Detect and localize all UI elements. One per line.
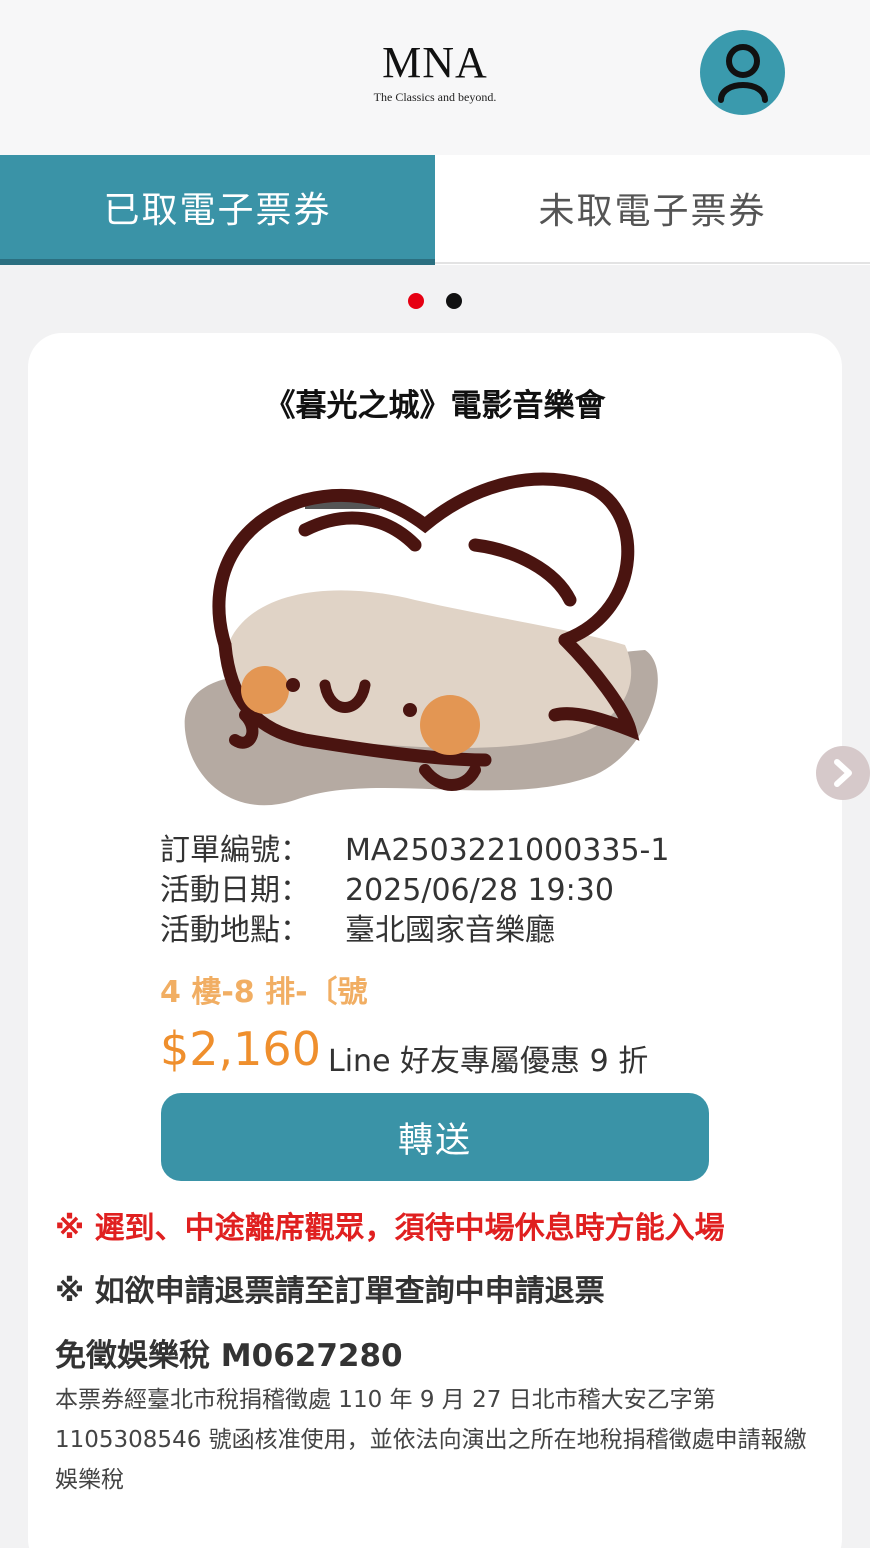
ticket-tabs: 已取電子票券 未取電子票券 [0, 155, 870, 265]
tax-exemption-title: 免徵娛樂稅 M0627280 [55, 1338, 403, 1374]
promo-label: Line 好友專屬優惠 9 折 [328, 1044, 649, 1079]
user-icon [717, 43, 768, 103]
transfer-button[interactable]: 轉送 [161, 1093, 709, 1181]
seat-info: 4 樓-8 排-〔號 [160, 975, 368, 1010]
cat-sticker-icon [184, 472, 658, 806]
event-venue-value: 臺北國家音樂廳 [345, 913, 555, 948]
order-number-value: MA2503221000335-1 [345, 833, 670, 868]
tab-collected-tickets[interactable]: 已取電子票券 [0, 155, 435, 265]
event-title: 《暮光之城》電影音樂會 [264, 388, 606, 424]
chevron-right-icon [834, 759, 852, 787]
event-venue-label: 活動地點： [160, 913, 310, 948]
event-date-value: 2025/06/28 19:30 [345, 873, 614, 908]
pagination-dot-active[interactable] [408, 293, 424, 309]
pagination-dot[interactable] [446, 293, 462, 309]
next-ticket-button[interactable] [816, 746, 870, 800]
event-venue-row: 活動地點： 臺北國家音樂廳 [160, 911, 555, 951]
tab-uncollected-tickets[interactable]: 未取電子票券 [435, 155, 870, 261]
order-number-label: 訂單編號： [160, 833, 310, 868]
event-date-label: 活動日期： [160, 873, 310, 908]
qr-code-area [175, 470, 665, 830]
app-header: MNA The Classics and beyond. [0, 0, 870, 155]
ticket-price: $2,160 [160, 1022, 321, 1076]
order-number-row: 訂單編號： MA2503221000335-1 [160, 831, 669, 871]
refund-notice: ※ 如欲申請退票請至訂單查詢中申請退票 [55, 1274, 605, 1309]
tax-exemption-body: 本票券經臺北市稅捐稽徵處 110 年 9 月 27 日北市稽大安乙字第 1105… [55, 1387, 807, 1493]
event-date-row: 活動日期： 2025/06/28 19:30 [160, 871, 614, 911]
tab-divider [435, 262, 870, 264]
late-entry-notice: ※ 遲到、中途離席觀眾，須待中場休息時方能入場 [55, 1211, 725, 1246]
account-button[interactable] [700, 30, 785, 115]
